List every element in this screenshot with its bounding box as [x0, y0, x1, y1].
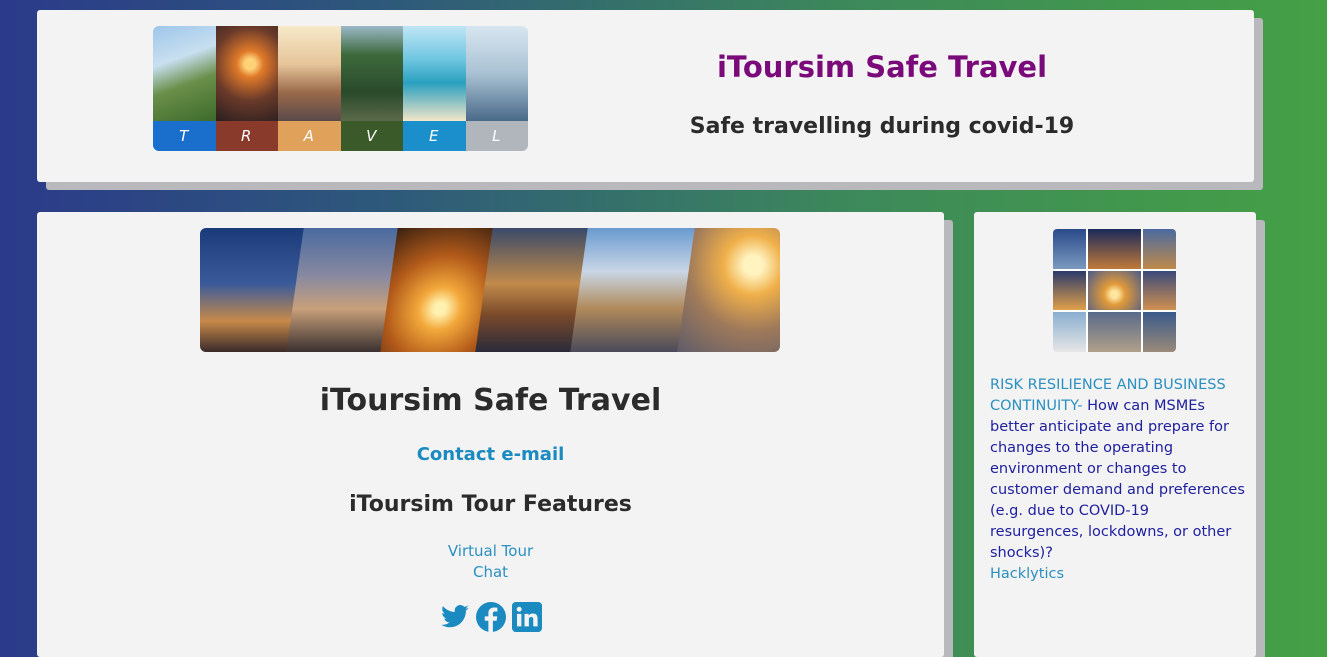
page-title: iToursim Safe Travel	[319, 383, 662, 418]
features-heading: iToursim Tour Features	[349, 492, 632, 517]
chat-link[interactable]: Chat	[37, 562, 944, 583]
social-links	[37, 602, 944, 632]
banner-letter: T	[153, 121, 216, 151]
feature-links: Virtual Tour Chat	[37, 541, 944, 583]
linkedin-icon[interactable]	[511, 602, 542, 632]
contact-email-link[interactable]: Contact e-mail	[37, 444, 944, 465]
site-title: iToursim Safe Travel	[716, 50, 1048, 84]
sidebar-card: RISK RESILIENCE AND BUSINESS CONTINUITY-…	[974, 212, 1256, 657]
header-card: T R A V E L iToursim Safe Travel Safe tr…	[37, 10, 1254, 182]
banner-letter: A	[278, 121, 341, 151]
site-subtitle: Safe travelling during covid-19	[689, 114, 1075, 139]
article-source-link[interactable]: Hacklytics	[990, 566, 1064, 582]
banner-letter: V	[340, 121, 403, 151]
banner-letter: E	[403, 121, 466, 151]
twitter-icon[interactable]	[440, 602, 470, 632]
paris-collage-thumbnail	[1053, 229, 1176, 352]
virtual-tour-link[interactable]: Virtual Tour	[37, 541, 944, 562]
sidebar-article: RISK RESILIENCE AND BUSINESS CONTINUITY-…	[990, 375, 1245, 585]
banner-letter: L	[465, 121, 528, 151]
facebook-icon[interactable]	[475, 602, 506, 632]
article-text: How can MSMEs better anticipate and prep…	[990, 398, 1245, 561]
banner-letter: R	[215, 121, 278, 151]
paris-banner-image	[200, 228, 780, 352]
main-card: iToursim Safe Travel Contact e-mail iTou…	[37, 212, 944, 657]
travel-banner-image: T R A V E L	[153, 26, 528, 151]
